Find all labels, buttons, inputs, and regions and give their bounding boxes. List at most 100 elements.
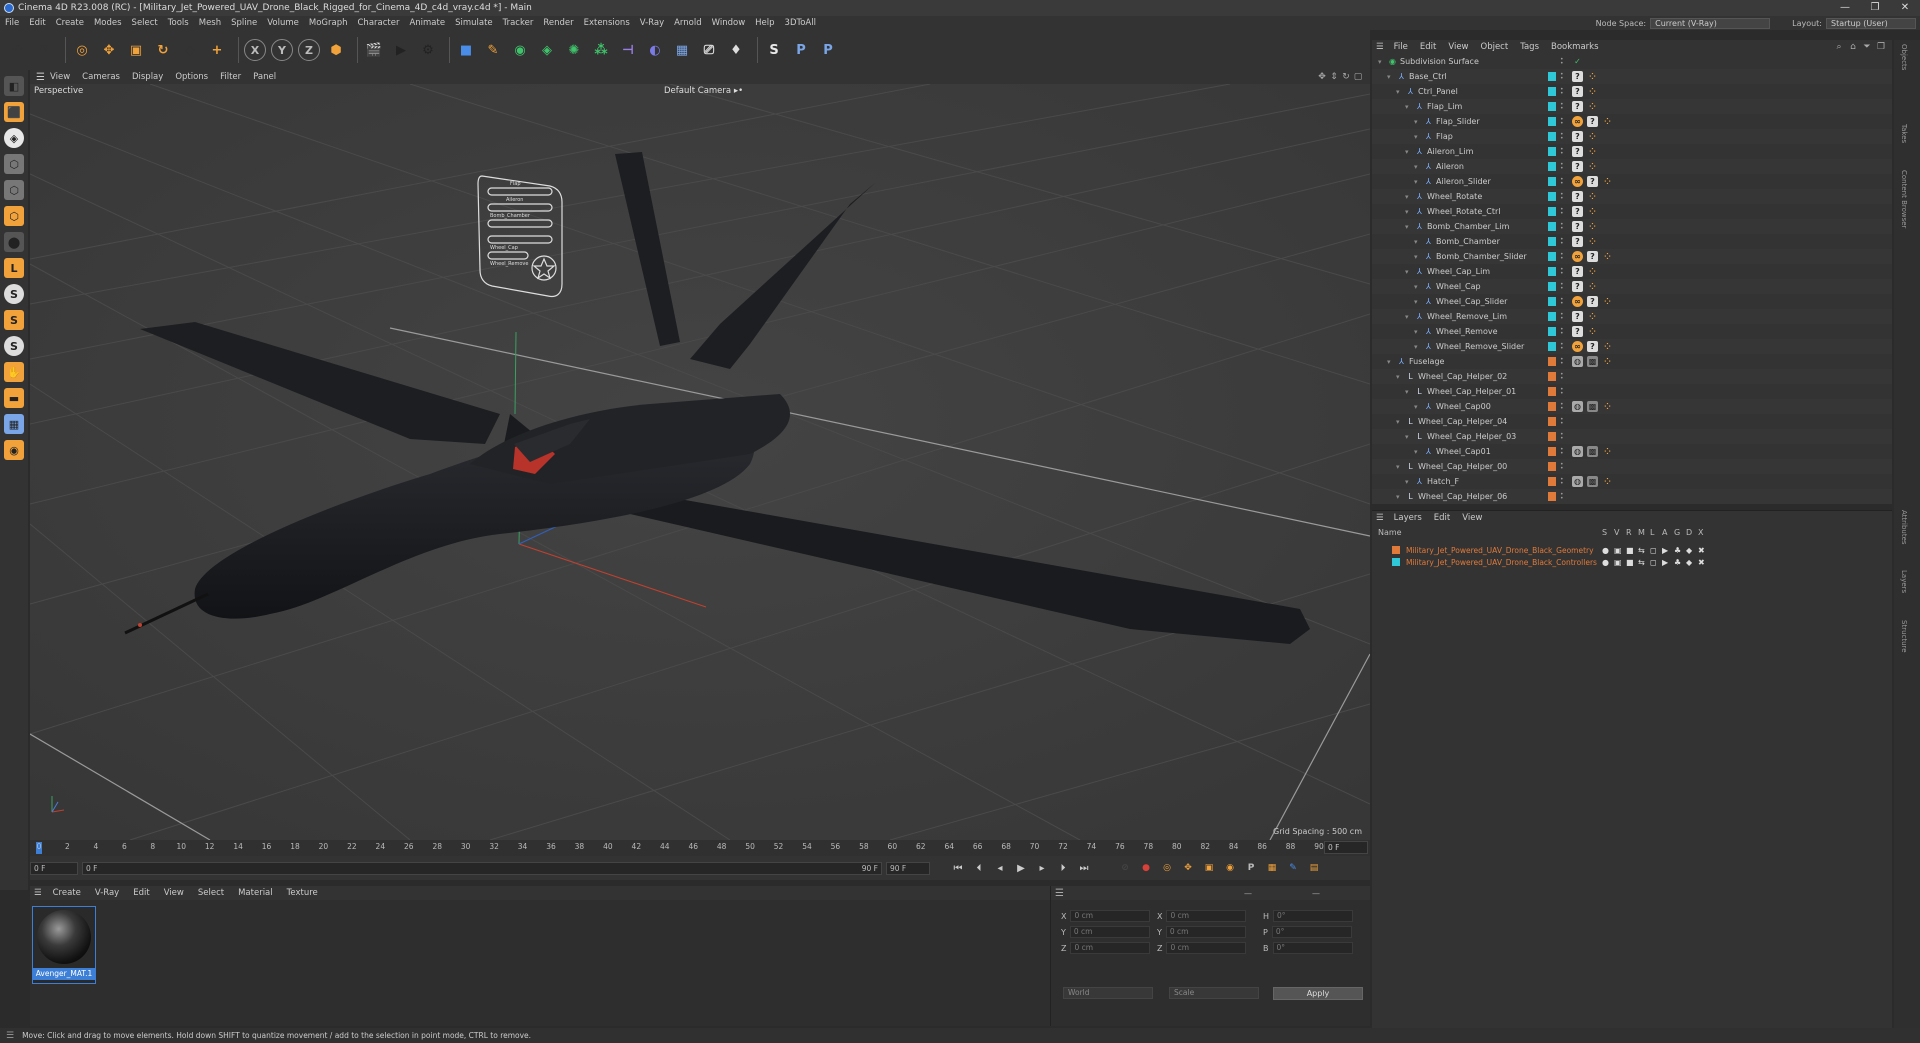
visibility-dots-icon[interactable]: • •: [1560, 416, 1564, 426]
snap-icon[interactable]: S: [4, 284, 24, 304]
field-icon[interactable]: ◐: [644, 39, 666, 61]
object-name[interactable]: ▾ ⅄ Bomb_Chamber_Slider: [1414, 252, 1527, 261]
xpresso-tag-icon[interactable]: ⁘: [1587, 161, 1598, 172]
material-menu-texture[interactable]: Texture: [280, 888, 325, 898]
layer-color-swatch[interactable]: [1548, 177, 1556, 186]
menu-v-ray[interactable]: V-Ray: [635, 18, 669, 28]
expand-icon[interactable]: ▾: [1414, 448, 1422, 456]
layer-menu-layers[interactable]: Layers: [1388, 513, 1428, 523]
visibility-dots-icon[interactable]: • •: [1560, 401, 1564, 411]
record-keys-icon[interactable]: ⊘: [1117, 860, 1133, 876]
expand-icon[interactable]: ▾: [1414, 133, 1422, 141]
object-row[interactable]: ▾ ⅄ Hatch_F • • ◍ ▩ ⁘: [1372, 474, 1892, 489]
menu-simulate[interactable]: Simulate: [450, 18, 498, 28]
xpresso-tag-icon[interactable]: ⁘: [1602, 341, 1613, 352]
material-menu-select[interactable]: Select: [191, 888, 231, 898]
layer-expressions-icon[interactable]: ✖: [1698, 546, 1705, 555]
xpresso-tag-icon[interactable]: ⁘: [1602, 446, 1613, 457]
object-name[interactable]: ▾ ⅄ Flap_Lim: [1405, 102, 1462, 111]
layer-name[interactable]: Military_Jet_Powered_UAV_Drone_Black_Con…: [1406, 558, 1597, 567]
xpresso-tag-icon[interactable]: ⁘: [1602, 296, 1613, 307]
rig-tag-icon[interactable]: ?: [1572, 281, 1583, 292]
menu-edit[interactable]: Edit: [24, 18, 50, 28]
floor-icon[interactable]: ▦: [671, 39, 693, 61]
viewport-menu-panel[interactable]: Panel: [247, 72, 282, 82]
visibility-dots-icon[interactable]: • •: [1560, 251, 1564, 261]
texture-mode-icon[interactable]: ◈: [4, 128, 24, 148]
layer-deformers-icon[interactable]: ◆: [1686, 558, 1692, 567]
layer-menu-view[interactable]: View: [1456, 513, 1488, 523]
viewport-menu-cameras[interactable]: Cameras: [76, 72, 126, 82]
xpresso-tag-icon[interactable]: ⁘: [1587, 236, 1598, 247]
rotate-icon[interactable]: ↻: [152, 39, 174, 61]
visibility-dots-icon[interactable]: • •: [1560, 236, 1564, 246]
rig-tag-icon[interactable]: ?: [1572, 206, 1583, 217]
visibility-dots-icon[interactable]: • •: [1560, 176, 1564, 186]
layer-color-swatch[interactable]: [1548, 312, 1556, 321]
scale-icon[interactable]: ▣: [125, 39, 147, 61]
object-name[interactable]: ▾ L Wheel_Cap_Helper_00: [1396, 462, 1507, 471]
expand-icon[interactable]: ▾: [1414, 298, 1422, 306]
layer-name[interactable]: Military_Jet_Powered_UAV_Drone_Black_Geo…: [1406, 546, 1594, 555]
viewport-menu-display[interactable]: Display: [126, 72, 169, 82]
rig-tag-icon[interactable]: ?: [1587, 116, 1598, 127]
scale-key-icon[interactable]: ▣: [1201, 860, 1217, 876]
expand-icon[interactable]: ▾: [1396, 373, 1404, 381]
object-row[interactable]: ▾ ⅄ Flap_Lim • •? ⁘: [1372, 99, 1892, 114]
parameter-key-icon[interactable]: P: [1243, 860, 1259, 876]
make-editable-icon[interactable]: ◧: [4, 76, 24, 96]
visibility-dots-icon[interactable]: • •: [1560, 56, 1564, 66]
expand-icon[interactable]: ▾: [1396, 493, 1404, 501]
go-to-end-icon[interactable]: ⏭: [1076, 860, 1092, 876]
expand-icon[interactable]: ▾: [1414, 118, 1422, 126]
object-name[interactable]: ▾ L Wheel_Cap_Helper_06: [1396, 492, 1507, 501]
timeline-ruler[interactable]: 0 F 0 2 4 6 8 10 12 14 16 18 20 22 24 26 28 30 32 34 36 38 4…: [30, 840, 1370, 856]
object-menu-tags[interactable]: Tags: [1514, 42, 1545, 52]
object-name[interactable]: ▾ ⅄ Aileron: [1414, 162, 1464, 171]
object-row[interactable]: ▾ ⅄ Wheel_Remove_Slider • • ∞? ⁘: [1372, 339, 1892, 354]
expand-icon[interactable]: ▾: [1405, 193, 1413, 201]
visibility-dots-icon[interactable]: • •: [1560, 476, 1564, 486]
layer-locked-icon[interactable]: ◻: [1650, 546, 1657, 555]
autokey-icon[interactable]: ●: [1138, 860, 1154, 876]
object-row[interactable]: ▾ ⅄ Fuselage • • ◍ ▩ ⁘: [1372, 354, 1892, 369]
python-icon[interactable]: S: [763, 39, 785, 61]
layer-color-swatch[interactable]: [1548, 402, 1556, 411]
expand-icon[interactable]: ▾: [1414, 238, 1422, 246]
expand-icon[interactable]: ▾: [1387, 73, 1395, 81]
side-tab-takes[interactable]: Takes: [1900, 124, 1908, 143]
layer-flag-header[interactable]: V: [1614, 528, 1619, 537]
current-frame-field[interactable]: 0 F: [1324, 841, 1368, 854]
expand-icon[interactable]: ▾: [1414, 328, 1422, 336]
camera-icon[interactable]: ⎚: [698, 39, 720, 61]
render-settings-icon[interactable]: ⚙: [417, 39, 439, 61]
position-key-icon[interactable]: ✥: [1180, 860, 1196, 876]
texture-tag-icon[interactable]: ▩: [1587, 476, 1598, 487]
coordinate-system-icon[interactable]: ⬢: [325, 39, 347, 61]
viewport-perspective[interactable]: Flap Aileron Bomb_Chamber Wheel_Cap Whee…: [30, 84, 1370, 840]
object-row[interactable]: ▾ ⅄ Aileron_Slider • • ∞? ⁘: [1372, 174, 1892, 189]
object-menu-object[interactable]: Object: [1475, 42, 1515, 52]
rig-tag-icon[interactable]: ?: [1572, 86, 1583, 97]
texture-tag-icon[interactable]: ▩: [1587, 446, 1598, 457]
layer-color-swatch[interactable]: [1548, 192, 1556, 201]
expand-icon[interactable]: ▾: [1405, 148, 1413, 156]
object-menu-edit[interactable]: Edit: [1414, 42, 1442, 52]
xpresso-tag-icon[interactable]: ⁘: [1587, 191, 1598, 202]
last-tool-icon[interactable]: ◇: [179, 39, 201, 61]
rig-tag-icon[interactable]: ?: [1572, 236, 1583, 247]
polygons-mode-icon[interactable]: ⬡: [4, 206, 24, 226]
object-row[interactable]: ▾ ⅄ Flap • •? ⁘: [1372, 129, 1892, 144]
material-menu-v-ray[interactable]: V-Ray: [88, 888, 126, 898]
layer-color-swatch[interactable]: [1548, 237, 1556, 246]
layer-flag-header[interactable]: A: [1662, 528, 1667, 537]
layer-solo-icon[interactable]: ●: [1602, 558, 1609, 567]
layer-color-swatch[interactable]: [1548, 372, 1556, 381]
filter-icon[interactable]: ⏷: [1860, 42, 1874, 52]
layer-menu-edit[interactable]: Edit: [1428, 513, 1456, 523]
constraint-tag-icon[interactable]: ∞: [1572, 116, 1583, 127]
x-axis-icon[interactable]: X: [244, 39, 266, 61]
object-name[interactable]: ▾ ⅄ Bomb_Chamber: [1414, 237, 1500, 246]
node-space-dropdown[interactable]: Current (V-Ray): [1650, 17, 1771, 29]
light-icon[interactable]: ♦: [725, 39, 747, 61]
